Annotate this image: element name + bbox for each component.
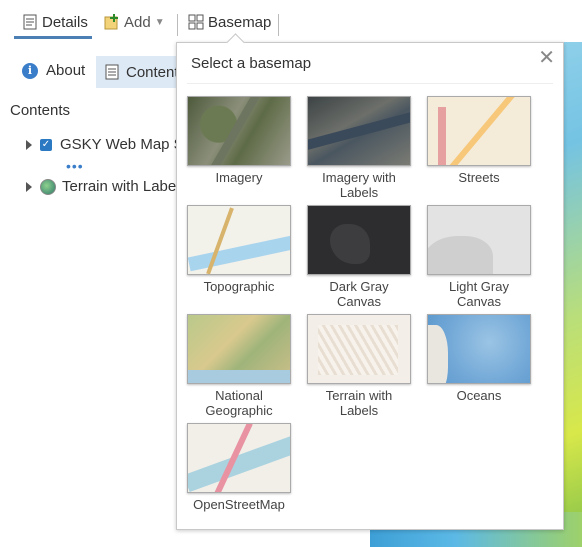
info-icon: i: [22, 62, 38, 79]
basemap-option-imagery-with-labels[interactable]: Imagery with Labels: [305, 96, 413, 200]
basemap-option-light-gray-canvas[interactable]: Light Gray Canvas: [425, 205, 533, 309]
basemap-label: Streets: [458, 170, 500, 185]
divider: [187, 83, 553, 84]
toolbar-divider: [278, 14, 279, 36]
basemap-thumbnail: [187, 205, 291, 275]
expand-triangle-icon[interactable]: [26, 181, 32, 192]
chevron-down-icon: ▼: [154, 16, 165, 28]
basemap-label: National Geographic: [205, 388, 273, 418]
basemap-thumbnail: [427, 314, 531, 384]
basemap-thumbnail: [187, 423, 291, 493]
basemap-option-national-geographic[interactable]: National Geographic: [185, 314, 293, 418]
basemap-label: Basemap: [208, 13, 272, 31]
basemap-thumbnail: [187, 96, 291, 166]
contents-heading: Contents: [10, 102, 71, 119]
content-list-icon: [104, 64, 120, 80]
basemap-thumbnail: [307, 205, 411, 275]
add-icon: [104, 14, 120, 30]
layer-item[interactable]: Terrain with Labels: [26, 178, 187, 195]
details-label: Details: [42, 13, 88, 31]
add-button[interactable]: Add ▼: [104, 9, 165, 35]
basemap-thumbnail: [427, 96, 531, 166]
basemap-option-imagery[interactable]: Imagery: [185, 96, 293, 185]
basemap-option-openstreetmap[interactable]: OpenStreetMap: [185, 423, 293, 512]
basemap-button[interactable]: Basemap: [188, 9, 271, 35]
details-active-indicator: [14, 36, 92, 39]
basemap-thumbnail: [307, 314, 411, 384]
basemap-label: Topographic: [203, 279, 275, 294]
basemap-thumbnail: [427, 205, 531, 275]
basemap-option-dark-gray-canvas[interactable]: Dark Gray Canvas: [305, 205, 413, 309]
toolbar-divider: [177, 14, 178, 36]
basemap-thumbnail: [187, 314, 291, 384]
basemap-option-streets[interactable]: Streets: [425, 96, 533, 185]
more-options-icon[interactable]: •••: [66, 158, 84, 174]
basemap-grid-icon: [188, 14, 204, 30]
basemap-globe-icon: [40, 178, 56, 195]
popover-title: Select a basemap: [191, 55, 312, 72]
basemap-label: Imagery: [215, 170, 263, 185]
basemap-option-oceans[interactable]: Oceans: [425, 314, 533, 403]
basemap-label: Imagery with Labels: [322, 170, 396, 200]
close-icon[interactable]: ✕: [538, 45, 555, 70]
tab-about[interactable]: i About: [22, 62, 85, 79]
layer-label: GSKY Web Map Se: [60, 136, 193, 153]
layer-item[interactable]: ✓ GSKY Web Map Se: [26, 136, 192, 153]
details-icon: [22, 14, 38, 30]
basemap-label: Oceans: [456, 388, 502, 403]
layer-label: Terrain with Labels: [62, 178, 188, 195]
basemap-option-terrain-with-labels[interactable]: Terrain with Labels: [305, 314, 413, 418]
tab-content-label: Content: [126, 63, 179, 81]
details-button[interactable]: Details: [22, 9, 88, 35]
add-label: Add: [124, 13, 151, 31]
basemap-thumbnail: [307, 96, 411, 166]
basemap-gallery-popover: Select a basemap ✕ Imagery Imagery with …: [176, 33, 564, 530]
expand-triangle-icon[interactable]: [26, 139, 32, 150]
basemap-option-topographic[interactable]: Topographic: [185, 205, 293, 294]
basemap-label: OpenStreetMap: [193, 497, 285, 512]
tab-about-label: About: [46, 62, 86, 79]
layer-visibility-checkbox[interactable]: ✓: [40, 138, 52, 151]
basemap-label: Dark Gray Canvas: [329, 279, 389, 309]
toolbar: Details Add ▼ Basemap: [0, 0, 582, 42]
basemap-label: Terrain with Labels: [325, 388, 393, 418]
basemap-label: Light Gray Canvas: [449, 279, 509, 309]
